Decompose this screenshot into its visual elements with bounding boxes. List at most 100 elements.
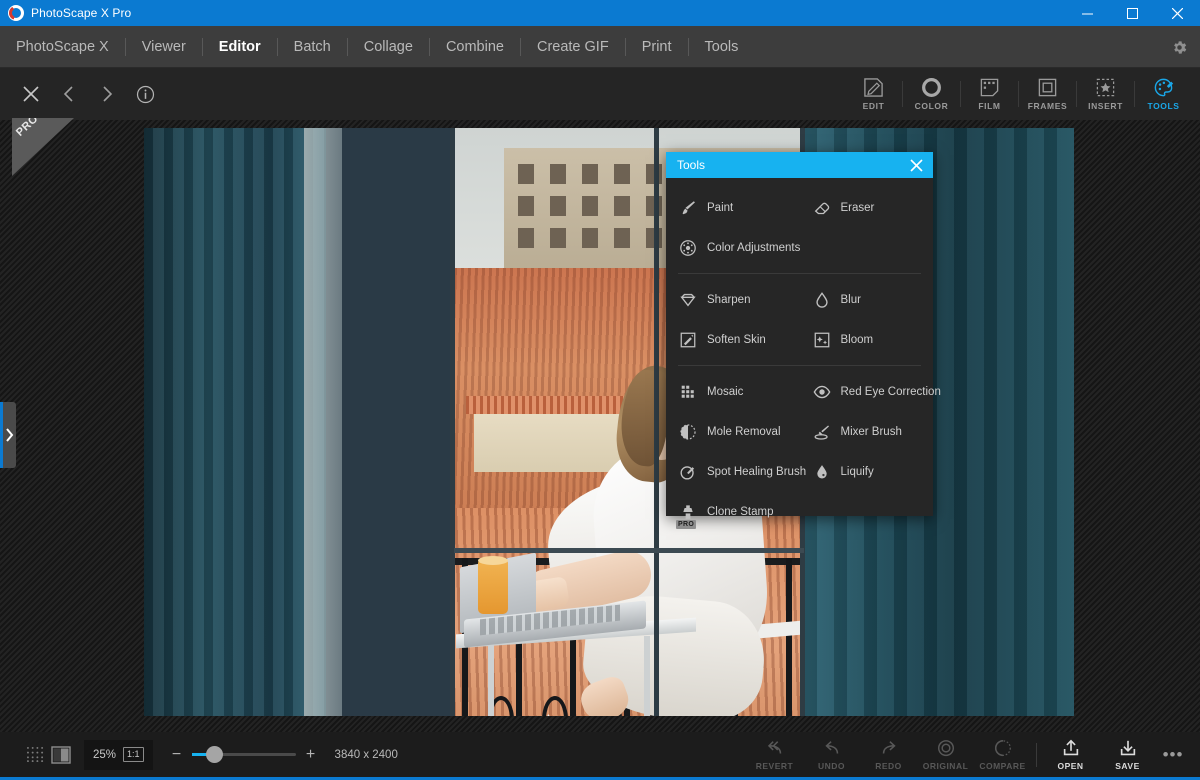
tool-sharpen[interactable]: Sharpen xyxy=(666,280,800,320)
tool-mole-removal[interactable]: Mole Removal xyxy=(666,412,800,452)
paint-brush-icon xyxy=(678,198,698,218)
photo-nav-group xyxy=(0,83,156,105)
original-circle-icon xyxy=(937,739,954,756)
tool-sharpen-label: Sharpen xyxy=(707,294,751,306)
compare-button[interactable]: COMPARE xyxy=(974,732,1031,777)
bottom-status-bar: 25% 1:1 − + 3840 x 2400 REVERT UNDO REDO… xyxy=(0,732,1200,777)
tool-bloom[interactable]: Bloom xyxy=(800,320,934,360)
tab-frames[interactable]: FRAMES xyxy=(1019,68,1076,120)
minimize-icon[interactable] xyxy=(1065,0,1110,26)
tool-spot-healing-brush[interactable]: Spot Healing Brush xyxy=(666,452,806,492)
tool-color-adjustments-label: Color Adjustments xyxy=(707,242,801,254)
original-button[interactable]: ORIGINAL xyxy=(917,732,974,777)
tab-insert[interactable]: INSERT xyxy=(1077,68,1134,120)
tool-clone-stamp[interactable]: PRO Clone Stamp xyxy=(666,492,933,532)
open-label: OPEN xyxy=(1057,760,1084,771)
tools-group-divider xyxy=(678,273,921,274)
tool-mosaic[interactable]: Mosaic xyxy=(666,372,800,412)
settings-button[interactable] xyxy=(1171,26,1188,68)
compare-circle-icon xyxy=(994,739,1011,756)
tool-eraser-label: Eraser xyxy=(840,202,875,214)
checker-square-icon[interactable] xyxy=(48,744,74,766)
tab-frames-label: FRAMES xyxy=(1027,101,1068,111)
close-icon[interactable] xyxy=(1155,0,1200,26)
tools-panel-title: Tools xyxy=(677,158,706,172)
redo-button[interactable]: REDO xyxy=(860,732,917,777)
undo-icon xyxy=(824,740,838,754)
tool-eraser[interactable]: Eraser xyxy=(800,188,934,228)
zoom-out-button[interactable]: − xyxy=(171,746,183,764)
tab-edit[interactable]: EDIT xyxy=(845,68,902,120)
tool-soften-skin[interactable]: Soften Skin xyxy=(666,320,800,360)
photo-info-icon[interactable] xyxy=(134,83,156,105)
tab-tools[interactable]: TOOLS xyxy=(1135,68,1192,120)
undo-label: UNDO xyxy=(817,760,846,771)
tab-color[interactable]: COLOR xyxy=(903,68,960,120)
tool-bloom-label: Bloom xyxy=(840,334,874,346)
tool-blur-label: Blur xyxy=(840,294,861,306)
tools-panel-body: Paint Eraser Color Adjustments Sharpen B… xyxy=(666,178,941,538)
menu-item-photoscape-x[interactable]: PhotoScape X xyxy=(0,26,125,68)
tools-panel-close-icon[interactable] xyxy=(907,156,925,174)
zoom-in-button[interactable]: + xyxy=(305,746,317,764)
liquify-drop-icon xyxy=(812,462,832,482)
mixer-brush-icon xyxy=(812,422,832,442)
zoom-display: 25% 1:1 xyxy=(84,739,153,770)
color-ring-icon xyxy=(922,78,941,97)
application-window: PhotoScape X Pro PhotoScape X Viewer Edi… xyxy=(0,0,1200,780)
menu-item-print[interactable]: Print xyxy=(626,26,688,68)
tool-mosaic-label: Mosaic xyxy=(707,386,744,398)
zoom-slider[interactable] xyxy=(191,746,296,763)
edited-photo xyxy=(144,128,1074,716)
next-photo-icon[interactable] xyxy=(96,83,118,105)
tool-paint[interactable]: Paint xyxy=(666,188,800,228)
editor-tool-tabs: EDIT COLOR FILM FRAMES INSERT TOOLS xyxy=(845,68,1192,120)
sidebar-expand-handle[interactable] xyxy=(0,402,16,468)
action-divider xyxy=(1036,742,1037,767)
menu-item-collage[interactable]: Collage xyxy=(348,26,429,68)
tool-soften-skin-label: Soften Skin xyxy=(707,334,766,346)
tool-red-eye-correction[interactable]: Red Eye Correction xyxy=(800,372,941,412)
soften-skin-icon xyxy=(678,330,698,350)
window-controls xyxy=(1065,0,1200,26)
clone-stamp-pro-badge: PRO xyxy=(676,520,697,529)
tools-group-divider xyxy=(678,365,921,366)
revert-icon xyxy=(767,740,781,754)
previous-photo-icon[interactable] xyxy=(58,83,80,105)
zoom-one-to-one-button[interactable]: 1:1 xyxy=(123,747,144,762)
menu-item-batch[interactable]: Batch xyxy=(278,26,347,68)
main-menu-bar: PhotoScape X Viewer Editor Batch Collage… xyxy=(0,26,1200,68)
maximize-icon[interactable] xyxy=(1110,0,1155,26)
tools-palette-icon xyxy=(1154,78,1174,97)
zoom-percent: 25% xyxy=(93,748,117,761)
tool-liquify-label: Liquify xyxy=(840,466,874,478)
open-upload-icon xyxy=(1063,739,1078,755)
eraser-icon xyxy=(812,198,832,218)
tab-insert-label: INSERT xyxy=(1088,101,1123,111)
tool-color-adjustments[interactable]: Color Adjustments xyxy=(666,228,933,268)
undo-button[interactable]: UNDO xyxy=(803,732,860,777)
open-button[interactable]: OPEN xyxy=(1042,732,1099,777)
tab-tools-label: TOOLS xyxy=(1147,101,1180,111)
zoom-controls-group: 25% 1:1 − + 3840 x 2400 xyxy=(0,739,398,770)
menu-item-tools[interactable]: Tools xyxy=(689,26,755,68)
tab-film[interactable]: FILM xyxy=(961,68,1018,120)
mole-removal-icon xyxy=(678,422,698,442)
clone-stamp-icon: PRO xyxy=(676,502,698,529)
photo-canvas[interactable] xyxy=(144,128,1074,716)
zoom-slider-handle[interactable] xyxy=(205,746,223,763)
menu-item-create-gif[interactable]: Create GIF xyxy=(521,26,625,68)
more-dots-icon[interactable]: ••• xyxy=(1156,745,1190,765)
save-button[interactable]: SAVE xyxy=(1099,732,1156,777)
close-photo-icon[interactable] xyxy=(20,83,42,105)
dot-grid-icon[interactable] xyxy=(22,744,48,766)
revert-button[interactable]: REVERT xyxy=(746,732,803,777)
save-label: SAVE xyxy=(1115,760,1140,771)
tool-mixer-brush[interactable]: Mixer Brush xyxy=(800,412,934,452)
menu-item-combine[interactable]: Combine xyxy=(430,26,520,68)
menu-item-viewer[interactable]: Viewer xyxy=(126,26,202,68)
tool-blur[interactable]: Blur xyxy=(800,280,934,320)
tool-liquify[interactable]: Liquify xyxy=(800,452,934,492)
menu-item-editor[interactable]: Editor xyxy=(203,26,277,68)
blur-drop-icon xyxy=(812,290,832,310)
